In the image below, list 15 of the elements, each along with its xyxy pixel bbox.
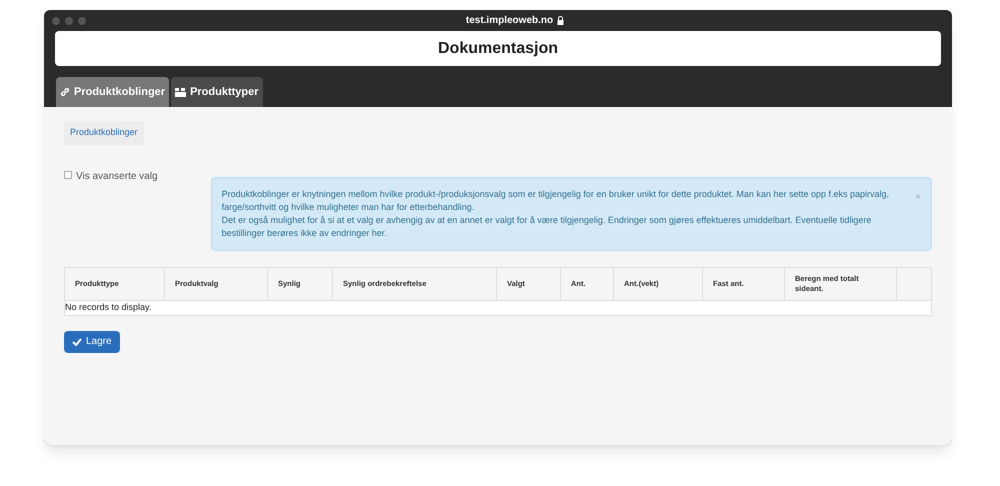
tab[interactable]: Produktkoblinger [56, 77, 170, 107]
link-icon [60, 87, 70, 97]
url-text: test.impleoweb.no [466, 14, 554, 28]
page-title: Dokumentasjon [438, 38, 558, 58]
info-text: Produktkoblinger er knytningen mellom hvilke produkt-/produksjonsvalg som er tilgjengelig for en bruker unikt for dette produktet. Man kan her sette opp f.eks papirvalg, farge/sorthvitt og hvilke muligheter man har for etterbehandling. [222, 188, 890, 214]
info-text: Det er også mulighet for å si at et valg er avhengig av at en annet er valgt for å være tilgjengelig. Endringer som gjøres effektueres umiddelbart. Eventuelle tidligere bestillinger berøres ikke av endringer her. [222, 214, 872, 240]
tab[interactable]: Produkttyper [171, 77, 263, 107]
empty-message: No records to display. [65, 300, 152, 314]
check-icon [72, 338, 82, 346]
checkbox-label: Vis avanserte valg [76, 170, 158, 184]
lock-icon [557, 16, 564, 25]
breadcrumb-link[interactable]: Produktkoblinger [64, 121, 144, 144]
checkbox[interactable] [64, 170, 72, 178]
boxes-icon [175, 88, 186, 96]
save-button[interactable]: Lagre [64, 330, 120, 352]
